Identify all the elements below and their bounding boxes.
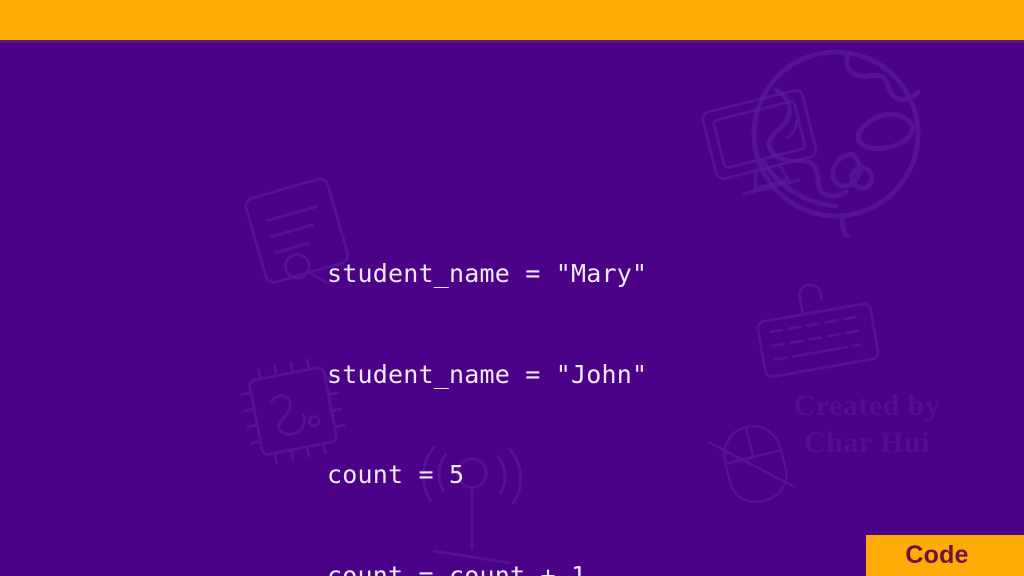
- globe-icon: [751, 49, 921, 238]
- code-snippet: student_name = "Mary" student_name = "Jo…: [327, 190, 647, 576]
- code-line-2: student_name = "John": [327, 359, 648, 389]
- section-label-chip: Code: [866, 535, 1024, 576]
- code-line-4: count = count + 1: [327, 560, 587, 576]
- top-band-divider: [0, 40, 1024, 43]
- watermark-credit: Created by Char Hui: [772, 388, 962, 461]
- section-label-text: Code: [905, 541, 969, 569]
- code-line-1: student_name = "Mary": [327, 259, 648, 288]
- code-slide: Created by Char Hui student_name = "Mary…: [0, 0, 1024, 576]
- keyboard-icon: [756, 283, 880, 379]
- top-accent-band: [0, 0, 1024, 40]
- watermark-credit-line1: Created by: [793, 389, 941, 422]
- mouse-icon: [708, 425, 796, 503]
- watermark-credit-line2: Char Hui: [804, 425, 930, 459]
- code-line-3: count = 5: [327, 460, 465, 489]
- monitor-icon: [701, 89, 818, 196]
